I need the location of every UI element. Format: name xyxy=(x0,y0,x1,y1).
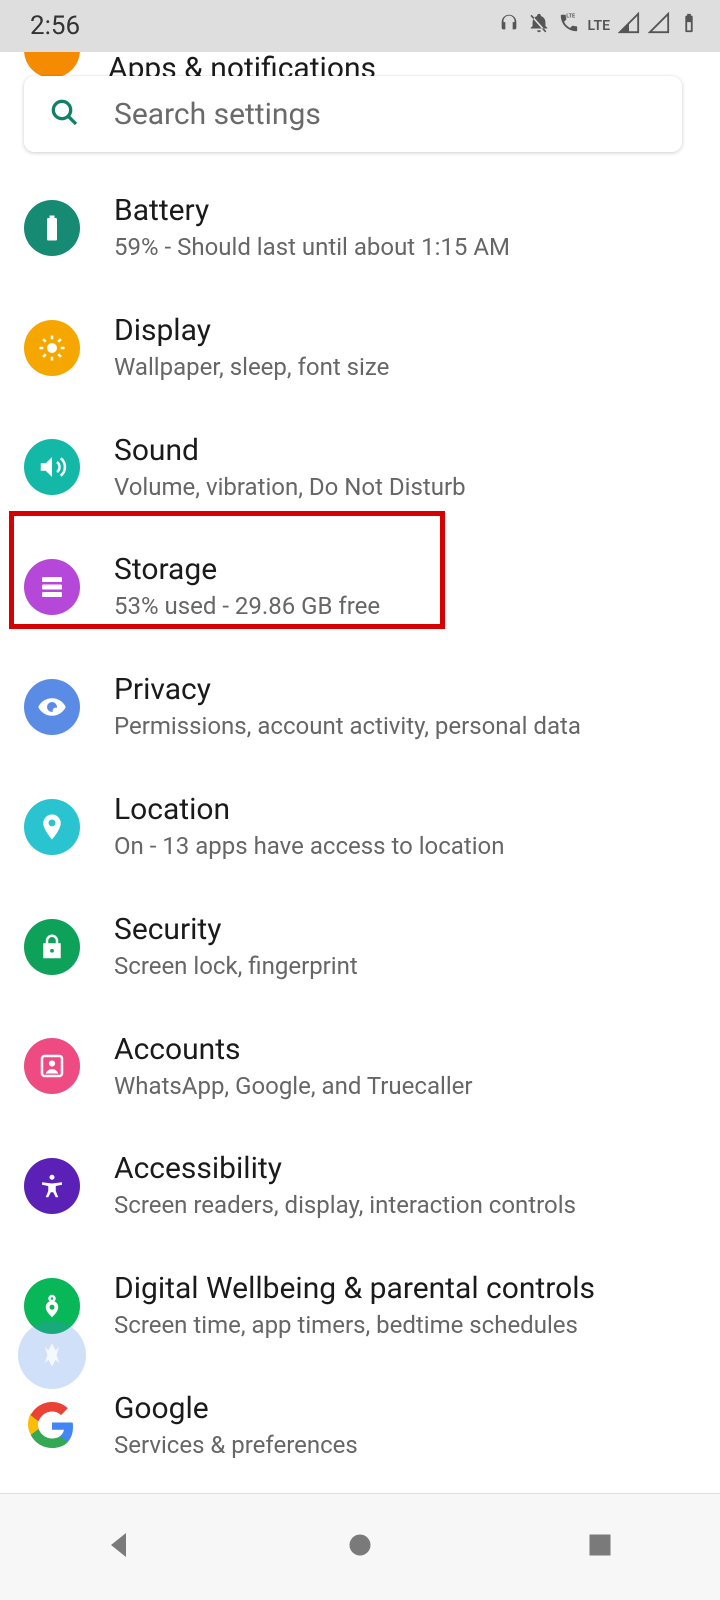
row-location[interactable]: Location On - 13 apps have access to loc… xyxy=(0,767,720,887)
google-sub: Services & preferences xyxy=(114,1431,358,1460)
volte-call-icon: LTE xyxy=(558,11,580,41)
row-storage[interactable]: Storage 53% used - 29.86 GB free xyxy=(0,527,720,647)
accessibility-icon xyxy=(24,1158,80,1214)
security-title: Security xyxy=(114,913,358,946)
search-settings[interactable]: Search settings xyxy=(24,76,682,152)
apps-row-partial[interactable]: Apps & notifications xyxy=(0,52,720,78)
row-google[interactable]: Google Services & preferences xyxy=(0,1366,720,1486)
accounts-icon xyxy=(24,1038,80,1094)
security-sub: Screen lock, fingerprint xyxy=(114,952,358,981)
signal-icon-1 xyxy=(618,11,640,41)
security-icon xyxy=(24,919,80,975)
nav-back[interactable] xyxy=(102,1527,138,1567)
status-time: 2:56 xyxy=(30,11,80,41)
row-battery[interactable]: Battery 59% - Should last until about 1:… xyxy=(0,168,720,288)
apps-icon xyxy=(24,52,80,78)
nav-recent[interactable] xyxy=(582,1527,618,1567)
row-privacy[interactable]: Privacy Permissions, account activity, p… xyxy=(0,647,720,767)
location-icon xyxy=(24,799,80,855)
accounts-title: Accounts xyxy=(114,1033,473,1066)
apps-title: Apps & notifications xyxy=(108,52,376,78)
settings-content: Apps & notifications Search settings Bat… xyxy=(0,52,720,1493)
accessibility-title: Accessibility xyxy=(114,1152,576,1185)
settings-list: Battery 59% - Should last until about 1:… xyxy=(0,168,720,1493)
display-title: Display xyxy=(114,314,389,347)
battery-status-icon xyxy=(678,11,700,41)
display-sub: Wallpaper, sleep, font size xyxy=(114,353,389,382)
sound-title: Sound xyxy=(114,434,466,467)
row-wellbeing[interactable]: Digital Wellbeing & parental controls Sc… xyxy=(0,1246,720,1366)
sound-sub: Volume, vibration, Do Not Disturb xyxy=(114,473,466,502)
accounts-sub: WhatsApp, Google, and Truecaller xyxy=(114,1072,473,1101)
battery-sub: 59% - Should last until about 1:15 AM xyxy=(114,233,510,262)
wellbeing-title: Digital Wellbeing & parental controls xyxy=(114,1272,595,1305)
search-placeholder: Search settings xyxy=(114,97,321,132)
row-accessibility[interactable]: Accessibility Screen readers, display, i… xyxy=(0,1126,720,1246)
google-icon xyxy=(24,1398,80,1454)
row-sound[interactable]: Sound Volume, vibration, Do Not Disturb xyxy=(0,408,720,528)
privacy-sub: Permissions, account activity, personal … xyxy=(114,712,581,741)
search-icon xyxy=(48,96,80,132)
status-bar: 2:56 LTE LTE xyxy=(0,0,720,52)
google-title: Google xyxy=(114,1392,358,1425)
storage-title: Storage xyxy=(114,553,380,586)
floating-assist-bubble[interactable] xyxy=(18,1321,86,1389)
storage-sub: 53% used - 29.86 GB free xyxy=(114,592,380,621)
storage-icon xyxy=(24,559,80,615)
location-title: Location xyxy=(114,793,505,826)
lte-label: LTE xyxy=(588,18,610,34)
location-sub: On - 13 apps have access to location xyxy=(114,832,505,861)
nav-home[interactable] xyxy=(342,1527,378,1567)
headphones-icon xyxy=(498,11,520,41)
accessibility-sub: Screen readers, display, interaction con… xyxy=(114,1191,576,1220)
battery-title: Battery xyxy=(114,194,510,227)
wellbeing-sub: Screen time, app timers, bedtime schedul… xyxy=(114,1311,595,1340)
privacy-icon xyxy=(24,679,80,735)
row-display[interactable]: Display Wallpaper, sleep, font size xyxy=(0,288,720,408)
nav-bar xyxy=(0,1493,720,1600)
status-icons: LTE LTE xyxy=(498,11,700,41)
svg-text:LTE: LTE xyxy=(566,14,575,20)
privacy-title: Privacy xyxy=(114,673,581,706)
row-performance[interactable]: Performance optimization xyxy=(0,1486,720,1493)
signal-icon-2 xyxy=(648,11,670,41)
row-accounts[interactable]: Accounts WhatsApp, Google, and Truecalle… xyxy=(0,1007,720,1127)
battery-icon xyxy=(24,200,80,256)
row-security[interactable]: Security Screen lock, fingerprint xyxy=(0,887,720,1007)
dnd-off-icon xyxy=(528,11,550,41)
display-icon xyxy=(24,320,80,376)
sound-icon xyxy=(24,439,80,495)
